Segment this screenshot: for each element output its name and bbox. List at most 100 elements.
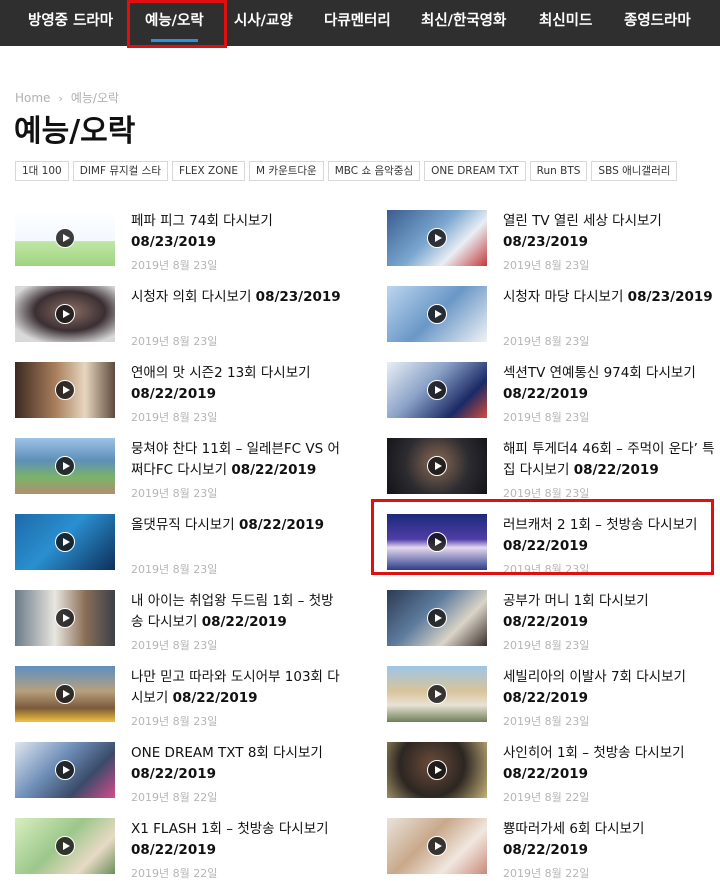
- post-title-text: 연애의 맛 시즌2 13회 다시보기: [131, 365, 311, 381]
- post-thumbnail[interactable]: [15, 210, 115, 266]
- post-title-date: 08/22/2019: [503, 842, 589, 858]
- post-item: 나만 믿고 따라와 도시어부 103회 다시보기 08/22/2019 2019년…: [15, 666, 350, 736]
- post-title-link[interactable]: 뭉쳐야 찬다 11회 – 일레븐FC VS 어쩌다FC 다시보기 08/22/2…: [131, 439, 343, 481]
- post-title-date: 08/22/2019: [573, 462, 659, 478]
- post-published-date: 2019년 8월 23일: [131, 335, 218, 348]
- post-title-date: 08/22/2019: [131, 842, 217, 858]
- post-thumbnail[interactable]: [15, 286, 115, 342]
- play-icon: [55, 684, 75, 704]
- play-icon: [55, 380, 75, 400]
- nav-item-variety[interactable]: 예능/오락: [145, 0, 204, 46]
- post-item: 사인히어 1회 – 첫방송 다시보기 08/22/2019 2019년 8월 22…: [387, 742, 720, 812]
- post-item: 공부가 머니 1회 다시보기 08/22/2019 2019년 8월 23일: [387, 590, 720, 660]
- play-icon: [427, 608, 447, 628]
- post-published-date: 2019년 8월 22일: [503, 791, 590, 804]
- post-title-text: 시청자 마당 다시보기: [503, 289, 624, 305]
- tag-run-bts[interactable]: Run BTS: [529, 161, 588, 181]
- post-title-date: 08/22/2019: [238, 517, 324, 533]
- post-title-date: 08/22/2019: [503, 766, 589, 782]
- nav-item-current-affairs[interactable]: 시사/교양: [234, 0, 293, 46]
- post-title-link[interactable]: 섹션TV 연예통신 974회 다시보기 08/22/2019: [503, 363, 715, 405]
- post-thumbnail[interactable]: [387, 438, 487, 494]
- post-title-link[interactable]: 나만 믿고 따라와 도시어부 103회 다시보기 08/22/2019: [131, 667, 343, 709]
- post-title-link[interactable]: 올댓뮤직 다시보기 08/22/2019: [131, 515, 343, 536]
- post-thumbnail[interactable]: [15, 362, 115, 418]
- nav-item-airing-drama[interactable]: 방영중 드라마: [28, 0, 113, 46]
- nav-item-latest-us-drama[interactable]: 최신미드: [539, 0, 592, 46]
- post-title-link[interactable]: 연애의 맛 시즌2 13회 다시보기 08/22/2019: [131, 363, 343, 405]
- post-title-link[interactable]: 시청자 의회 다시보기 08/23/2019: [131, 287, 343, 308]
- post-item: 세빌리아의 이발사 7회 다시보기 08/22/2019 2019년 8월 23일: [387, 666, 720, 736]
- tag-music-core[interactable]: MBC 쇼 음악중심: [327, 161, 421, 181]
- post-published-date: 2019년 8월 23일: [503, 563, 590, 576]
- post-title-text: 열린 TV 열린 세상 다시보기: [503, 213, 662, 229]
- post-title-link[interactable]: 내 아이는 취업왕 두드림 1회 – 첫방송 다시보기 08/22/2019: [131, 591, 343, 633]
- post-published-date: 2019년 8월 22일: [131, 791, 218, 804]
- nav-item-documentary[interactable]: 다큐멘터리: [324, 0, 391, 46]
- post-title-date: 08/22/2019: [172, 690, 258, 706]
- breadcrumb: Home › 예능/오락: [15, 89, 119, 106]
- post-thumbnail[interactable]: [387, 286, 487, 342]
- post-title-text: 공부가 머니 1회 다시보기: [503, 593, 649, 609]
- post-published-date: 2019년 8월 23일: [131, 639, 218, 652]
- post-thumbnail[interactable]: [387, 362, 487, 418]
- chevron-right-icon: ›: [58, 92, 63, 105]
- post-thumbnail[interactable]: [387, 666, 487, 722]
- tag-flex-zone[interactable]: FLEX ZONE: [172, 161, 246, 181]
- tag-one-dream-txt[interactable]: ONE DREAM TXT: [424, 161, 526, 181]
- tag-dimf[interactable]: DIMF 뮤지컬 스타: [72, 161, 168, 181]
- nav-item-ended-drama[interactable]: 종영드라마: [624, 0, 691, 46]
- post-title-link[interactable]: 열린 TV 열린 세상 다시보기 08/23/2019: [503, 211, 715, 253]
- post-title-link[interactable]: 페파 피그 74회 다시보기 08/23/2019: [131, 211, 343, 253]
- post-thumbnail[interactable]: [15, 514, 115, 570]
- post-item: 해피 투게더4 46회 – 주먹이 운다’ 특집 다시보기 08/22/2019…: [387, 438, 720, 508]
- post-title-text: 섹션TV 연예통신 974회 다시보기: [503, 365, 696, 381]
- tag-m-countdown[interactable]: M 카운트다운: [249, 161, 324, 181]
- post-published-date: 2019년 8월 23일: [131, 563, 218, 576]
- post-thumbnail[interactable]: [387, 514, 487, 570]
- play-icon: [55, 532, 75, 552]
- post-title-link[interactable]: 러브캐처 2 1회 – 첫방송 다시보기 08/22/2019: [503, 515, 715, 557]
- play-icon: [55, 608, 75, 628]
- post-title-link[interactable]: 해피 투게더4 46회 – 주먹이 운다’ 특집 다시보기 08/22/2019: [503, 439, 715, 481]
- post-title-date: 08/23/2019: [627, 289, 713, 305]
- post-title-date: 08/22/2019: [131, 386, 217, 402]
- post-title-link[interactable]: ONE DREAM TXT 8회 다시보기 08/22/2019: [131, 743, 343, 785]
- post-title-link[interactable]: X1 FLASH 1회 – 첫방송 다시보기 08/22/2019: [131, 819, 343, 861]
- post-item: 페파 피그 74회 다시보기 08/23/2019 2019년 8월 23일: [15, 210, 350, 280]
- play-icon: [427, 760, 447, 780]
- post-item: 러브캐처 2 1회 – 첫방송 다시보기 08/22/2019 2019년 8월 …: [387, 514, 720, 584]
- post-thumbnail[interactable]: [15, 742, 115, 798]
- post-thumbnail[interactable]: [15, 590, 115, 646]
- post-title-date: 08/22/2019: [503, 538, 589, 554]
- post-title-text: 사인히어 1회 – 첫방송 다시보기: [503, 745, 685, 761]
- play-icon: [55, 228, 75, 248]
- post-title-link[interactable]: 세빌리아의 이발사 7회 다시보기 08/22/2019: [503, 667, 715, 709]
- post-thumbnail[interactable]: [15, 438, 115, 494]
- post-title-date: 08/22/2019: [131, 766, 217, 782]
- post-published-date: 2019년 8월 23일: [503, 487, 590, 500]
- tag-sbs-ani-gallery[interactable]: SBS 애니갤러리: [591, 161, 678, 181]
- post-title-link[interactable]: 사인히어 1회 – 첫방송 다시보기 08/22/2019: [503, 743, 715, 785]
- post-title-text: 올댓뮤직 다시보기: [131, 517, 235, 533]
- post-thumbnail[interactable]: [387, 590, 487, 646]
- post-title-link[interactable]: 시청자 마당 다시보기 08/23/2019: [503, 287, 715, 308]
- post-title-link[interactable]: 공부가 머니 1회 다시보기 08/22/2019: [503, 591, 715, 633]
- post-title-date: 08/22/2019: [201, 614, 287, 630]
- post-thumbnail[interactable]: [387, 210, 487, 266]
- post-title-text: 시청자 의회 다시보기: [131, 289, 252, 305]
- post-item: 열린 TV 열린 세상 다시보기 08/23/2019 2019년 8월 23일: [387, 210, 720, 280]
- post-item: ONE DREAM TXT 8회 다시보기 08/22/2019 2019년 8월…: [15, 742, 350, 812]
- post-published-date: 2019년 8월 23일: [503, 335, 590, 348]
- post-thumbnail[interactable]: [15, 818, 115, 874]
- nav-item-latest-korean-movie[interactable]: 최신/한국영화: [421, 0, 506, 46]
- post-thumbnail[interactable]: [15, 666, 115, 722]
- play-icon: [55, 836, 75, 856]
- breadcrumb-home-link[interactable]: Home: [15, 91, 50, 105]
- play-icon: [427, 456, 447, 476]
- post-thumbnail[interactable]: [387, 742, 487, 798]
- play-icon: [427, 684, 447, 704]
- tag-1vs100[interactable]: 1대 100: [15, 161, 69, 181]
- post-title-link[interactable]: 뿅따러가세 6회 다시보기 08/22/2019: [503, 819, 715, 861]
- post-thumbnail[interactable]: [387, 818, 487, 874]
